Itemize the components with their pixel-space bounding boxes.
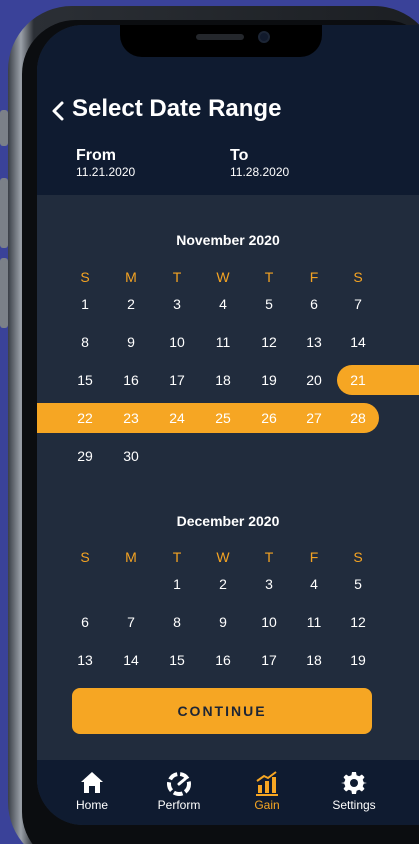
day-cell[interactable]: 19 bbox=[338, 652, 378, 668]
phone-volume-down bbox=[0, 258, 8, 328]
weekday-header: T bbox=[264, 549, 274, 565]
day-cell[interactable]: 12 bbox=[249, 334, 289, 350]
phone-mute-switch bbox=[0, 110, 8, 146]
tab-settings[interactable]: Settings bbox=[309, 760, 399, 825]
tab-perform[interactable]: Perform bbox=[134, 760, 224, 825]
month-title-november: November 2020 bbox=[176, 232, 280, 248]
day-cell[interactable]: 9 bbox=[111, 334, 151, 350]
day-cell[interactable]: 13 bbox=[294, 334, 334, 350]
day-cell[interactable]: 2 bbox=[111, 296, 151, 312]
weekday-header: W bbox=[216, 549, 230, 565]
gauge-icon bbox=[167, 772, 191, 796]
day-cell[interactable]: 6 bbox=[65, 614, 105, 630]
to-label: To bbox=[230, 147, 249, 164]
from-date[interactable]: 11.21.2020 bbox=[76, 165, 135, 179]
day-cell[interactable]: 5 bbox=[249, 296, 289, 312]
day-cell[interactable]: 1 bbox=[157, 576, 197, 592]
to-date[interactable]: 11.28.2020 bbox=[230, 165, 289, 179]
weekday-header: F bbox=[309, 549, 319, 565]
day-cell[interactable]: 6 bbox=[294, 296, 334, 312]
bar-chart-icon bbox=[256, 771, 278, 796]
day-cell[interactable]: 19 bbox=[249, 372, 289, 388]
camera-icon bbox=[258, 31, 270, 43]
day-cell[interactable]: 1 bbox=[65, 296, 105, 312]
back-chevron-icon[interactable] bbox=[47, 99, 71, 123]
day-cell[interactable]: 18 bbox=[294, 652, 334, 668]
speaker-grille bbox=[196, 34, 244, 40]
weekday-header: T bbox=[264, 269, 274, 285]
weekday-header: W bbox=[216, 269, 230, 285]
day-cell[interactable]: 20 bbox=[294, 372, 334, 388]
app-screen: Select Date Range From 11.21.2020 To 11.… bbox=[37, 25, 419, 825]
from-label: From bbox=[76, 147, 116, 164]
weekday-header: F bbox=[309, 269, 319, 285]
weekday-header: M bbox=[125, 269, 137, 285]
day-cell[interactable]: 9 bbox=[203, 614, 243, 630]
page-title: Select Date Range bbox=[72, 95, 282, 122]
day-cell[interactable]: 8 bbox=[65, 334, 105, 350]
tab-home[interactable]: Home bbox=[47, 760, 137, 825]
tab-label: Gain bbox=[254, 798, 280, 812]
day-cell[interactable]: 5 bbox=[338, 576, 378, 592]
day-cell[interactable]: 16 bbox=[203, 652, 243, 668]
day-cell[interactable]: 10 bbox=[157, 334, 197, 350]
day-cell[interactable]: 21 bbox=[338, 372, 378, 388]
phone-volume-up bbox=[0, 178, 8, 248]
weekday-header: S bbox=[353, 549, 363, 565]
day-cell[interactable]: 15 bbox=[65, 372, 105, 388]
day-cell[interactable]: 7 bbox=[111, 614, 151, 630]
day-cell[interactable]: 10 bbox=[249, 614, 289, 630]
tab-gain[interactable]: Gain bbox=[222, 760, 312, 825]
day-cell[interactable]: 22 bbox=[65, 410, 105, 426]
day-cell[interactable]: 3 bbox=[249, 576, 289, 592]
day-cell[interactable]: 27 bbox=[294, 410, 334, 426]
phone-notch bbox=[120, 25, 322, 57]
day-cell[interactable]: 2 bbox=[203, 576, 243, 592]
weekday-header: S bbox=[80, 549, 90, 565]
day-cell[interactable]: 8 bbox=[157, 614, 197, 630]
day-cell[interactable]: 14 bbox=[111, 652, 151, 668]
day-cell[interactable]: 18 bbox=[203, 372, 243, 388]
tab-bar: Home Perform Gain Settings bbox=[37, 760, 419, 825]
month-title-december: December 2020 bbox=[176, 513, 280, 529]
day-cell[interactable]: 12 bbox=[338, 614, 378, 630]
weekday-header: M bbox=[125, 549, 137, 565]
day-cell[interactable]: 17 bbox=[249, 652, 289, 668]
day-cell[interactable]: 30 bbox=[111, 448, 151, 464]
day-cell[interactable]: 16 bbox=[111, 372, 151, 388]
day-cell[interactable]: 11 bbox=[294, 614, 334, 630]
day-cell[interactable]: 4 bbox=[203, 296, 243, 312]
tab-label: Perform bbox=[157, 798, 201, 812]
day-cell[interactable]: 25 bbox=[203, 410, 243, 426]
day-cell[interactable]: 4 bbox=[294, 576, 334, 592]
weekday-header: T bbox=[172, 269, 182, 285]
weekday-header: S bbox=[80, 269, 90, 285]
day-cell[interactable]: 29 bbox=[65, 448, 105, 464]
day-cell[interactable]: 26 bbox=[249, 410, 289, 426]
day-cell[interactable]: 11 bbox=[203, 334, 243, 350]
day-cell[interactable]: 14 bbox=[338, 334, 378, 350]
continue-button[interactable]: CONTINUE bbox=[72, 688, 372, 734]
day-cell[interactable]: 7 bbox=[338, 296, 378, 312]
day-cell[interactable]: 3 bbox=[157, 296, 197, 312]
gear-icon bbox=[341, 772, 367, 794]
home-icon bbox=[81, 772, 103, 793]
weekday-header: S bbox=[353, 269, 363, 285]
day-cell[interactable]: 28 bbox=[338, 410, 378, 426]
day-cell[interactable]: 17 bbox=[157, 372, 197, 388]
day-cell[interactable]: 23 bbox=[111, 410, 151, 426]
day-cell[interactable]: 13 bbox=[65, 652, 105, 668]
tab-label: Settings bbox=[332, 798, 376, 812]
tab-label: Home bbox=[75, 798, 108, 812]
day-cell[interactable]: 24 bbox=[157, 410, 197, 426]
day-cell[interactable]: 15 bbox=[157, 652, 197, 668]
weekday-header: T bbox=[172, 549, 182, 565]
